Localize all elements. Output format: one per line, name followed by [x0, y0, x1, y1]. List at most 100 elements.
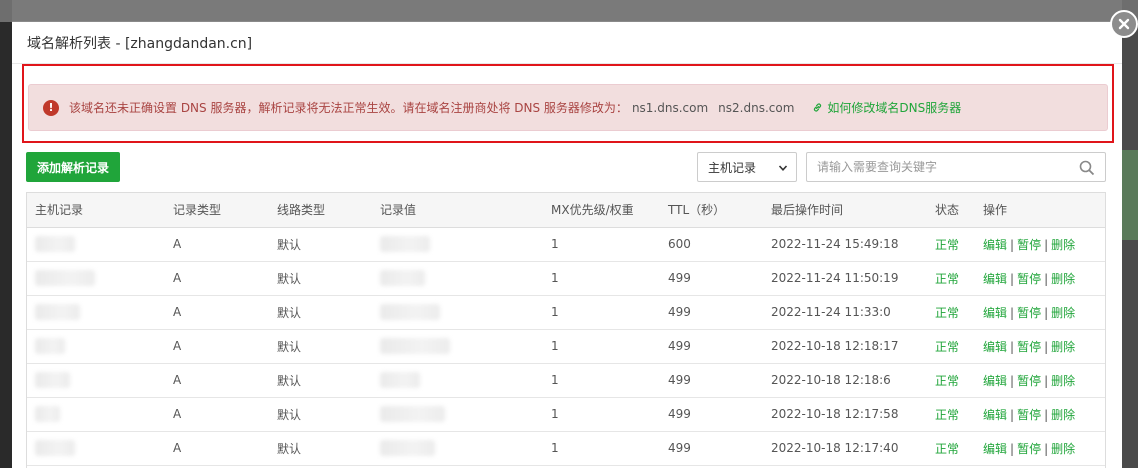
col-header-type[interactable]: 记录类型	[165, 193, 269, 228]
table-row: A 默认 1 600 2022-11-24 15:49:18 正常 编辑 | 暂停 | 删除	[27, 227, 1105, 262]
status-cell: 正常	[927, 227, 975, 262]
edit-link[interactable]: 编辑	[983, 272, 1007, 286]
action-separator: |	[1044, 441, 1049, 456]
backdrop-bar	[12, 0, 1122, 22]
host-cell	[27, 397, 165, 432]
redacted-value	[380, 270, 425, 286]
col-header-host[interactable]: 主机记录	[27, 193, 165, 228]
ttl-cell: 499	[660, 431, 763, 466]
redacted-value	[380, 440, 435, 456]
edit-link[interactable]: 编辑	[983, 408, 1007, 422]
records-table-body: A 默认 1 600 2022-11-24 15:49:18 正常 编辑 | 暂停 | 删除 A 默认 1…	[27, 227, 1105, 466]
col-header-ttl[interactable]: TTL（秒）	[660, 193, 763, 228]
action-separator: |	[1010, 407, 1015, 422]
close-modal-button[interactable]	[1110, 10, 1138, 38]
search-input[interactable]	[807, 153, 1067, 181]
line-type-cell: 默认	[269, 227, 372, 262]
host-cell	[27, 363, 165, 398]
pause-link[interactable]: 暂停	[1017, 340, 1041, 354]
pause-link[interactable]: 暂停	[1017, 306, 1041, 320]
backdrop-green-block	[1122, 150, 1138, 240]
delete-link[interactable]: 删除	[1051, 340, 1075, 354]
col-header-value[interactable]: 记录值	[372, 193, 543, 228]
action-separator: |	[1010, 237, 1015, 252]
delete-link[interactable]: 删除	[1051, 442, 1075, 456]
pause-link[interactable]: 暂停	[1017, 272, 1041, 286]
delete-link[interactable]: 删除	[1051, 272, 1075, 286]
search-field-select[interactable]: 主机记录	[697, 152, 797, 182]
col-header-status[interactable]: 状态	[927, 193, 975, 228]
modal-title: 域名解析列表 - [zhangdandan.cn]	[27, 35, 253, 52]
col-header-mx[interactable]: MX优先级/权重	[543, 193, 660, 228]
mx-weight-cell: 1	[543, 397, 660, 432]
dns-help-link[interactable]: 如何修改域名DNS服务器	[812, 99, 961, 116]
redacted-host	[35, 406, 60, 422]
action-separator: |	[1044, 271, 1049, 286]
host-cell	[27, 295, 165, 330]
last-modified-cell: 2022-10-18 12:17:40	[763, 431, 927, 466]
dns-warning-alert: ! 该域名还未正确设置 DNS 服务器，解析记录将无法正常生效。请在域名注册商处…	[28, 84, 1108, 131]
action-separator: |	[1010, 373, 1015, 388]
add-record-button[interactable]: 添加解析记录	[26, 152, 120, 182]
actions-cell: 编辑 | 暂停 | 删除	[975, 431, 1105, 466]
record-type-cell: A	[165, 261, 269, 296]
mx-weight-cell: 1	[543, 227, 660, 262]
search-icon[interactable]	[1079, 160, 1095, 176]
chevron-down-icon	[778, 165, 788, 171]
record-value-cell	[372, 295, 543, 330]
delete-link[interactable]: 删除	[1051, 374, 1075, 388]
action-separator: |	[1044, 339, 1049, 354]
col-header-line[interactable]: 线路类型	[269, 193, 372, 228]
modal-header: 域名解析列表 - [zhangdandan.cn]	[12, 22, 1122, 64]
redacted-value	[380, 236, 430, 252]
redacted-host	[35, 304, 80, 320]
action-separator: |	[1044, 407, 1049, 422]
pause-link[interactable]: 暂停	[1017, 442, 1041, 456]
pause-link[interactable]: 暂停	[1017, 374, 1041, 388]
ttl-cell: 499	[660, 363, 763, 398]
mx-weight-cell: 1	[543, 431, 660, 466]
edit-link[interactable]: 编辑	[983, 238, 1007, 252]
action-separator: |	[1010, 305, 1015, 320]
delete-link[interactable]: 删除	[1051, 306, 1075, 320]
delete-link[interactable]: 删除	[1051, 238, 1075, 252]
line-type-cell: 默认	[269, 363, 372, 398]
edit-link[interactable]: 编辑	[983, 340, 1007, 354]
line-type-cell: 默认	[269, 397, 372, 432]
backdrop-top	[0, 0, 1138, 22]
action-separator: |	[1010, 441, 1015, 456]
line-type-cell: 默认	[269, 295, 372, 330]
record-type-cell: A	[165, 295, 269, 330]
action-separator: |	[1044, 373, 1049, 388]
last-modified-cell: 2022-10-18 12:18:17	[763, 329, 927, 364]
table-row: A 默认 1 499 2022-10-18 12:18:17 正常 编辑 | 暂停 | 删除	[27, 329, 1105, 364]
redacted-host	[35, 270, 95, 286]
actions-cell: 编辑 | 暂停 | 删除	[975, 261, 1105, 296]
col-header-time[interactable]: 最后操作时间	[763, 193, 927, 228]
redacted-value	[380, 338, 450, 354]
dns-help-link-label: 如何修改域名DNS服务器	[827, 101, 962, 115]
edit-link[interactable]: 编辑	[983, 442, 1007, 456]
ttl-cell: 499	[660, 329, 763, 364]
status-cell: 正常	[927, 431, 975, 466]
alert-message: 该域名还未正确设置 DNS 服务器，解析记录将无法正常生效。请在域名注册商处将 …	[69, 101, 628, 115]
edit-link[interactable]: 编辑	[983, 374, 1007, 388]
toolbar: 添加解析记录 主机记录	[26, 152, 1106, 182]
pause-link[interactable]: 暂停	[1017, 238, 1041, 252]
table-row: A 默认 1 499 2022-11-24 11:50:19 正常 编辑 | 暂停 | 删除	[27, 261, 1105, 296]
action-separator: |	[1010, 271, 1015, 286]
pause-link[interactable]: 暂停	[1017, 408, 1041, 422]
actions-cell: 编辑 | 暂停 | 删除	[975, 329, 1105, 364]
status-cell: 正常	[927, 329, 975, 364]
edit-link[interactable]: 编辑	[983, 306, 1007, 320]
table-row: A 默认 1 499 2022-10-18 12:17:58 正常 编辑 | 暂停 | 删除	[27, 397, 1105, 432]
line-type-cell: 默认	[269, 431, 372, 466]
last-modified-cell: 2022-10-18 12:18:6	[763, 363, 927, 398]
redacted-host	[35, 440, 75, 456]
line-type-cell: 默认	[269, 261, 372, 296]
redacted-host	[35, 236, 75, 252]
ttl-cell: 499	[660, 261, 763, 296]
nameserver-1: ns1.dns.com	[631, 100, 709, 115]
record-value-cell	[372, 227, 543, 262]
delete-link[interactable]: 删除	[1051, 408, 1075, 422]
